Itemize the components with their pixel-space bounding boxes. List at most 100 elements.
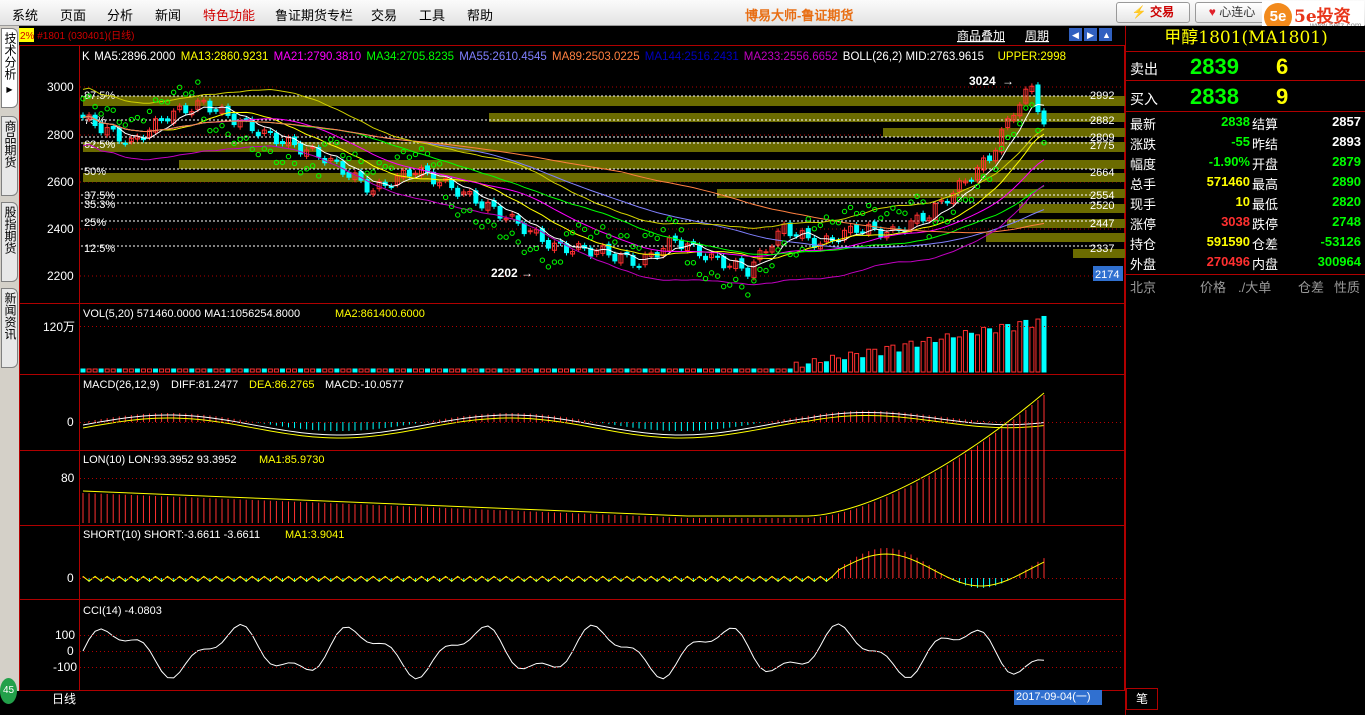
volume-bar bbox=[981, 326, 987, 373]
menu-news[interactable]: 新闻 bbox=[155, 5, 181, 24]
menu-trade[interactable]: 交易 bbox=[371, 5, 397, 24]
volume-bar bbox=[775, 368, 781, 373]
sar-dot bbox=[648, 231, 654, 237]
volume-bar bbox=[364, 368, 370, 373]
sar-dot bbox=[878, 215, 884, 221]
macd-value: MACD:-10.0577 bbox=[325, 379, 404, 391]
volume-bar bbox=[654, 368, 660, 373]
sar-dot bbox=[219, 122, 225, 129]
candle-body bbox=[334, 159, 340, 162]
quote-value: 2748 bbox=[1332, 214, 1361, 229]
volume-bar bbox=[539, 368, 545, 373]
sar-dot bbox=[134, 114, 141, 121]
sar-dot bbox=[479, 224, 485, 230]
menu-system[interactable]: 系统 bbox=[12, 5, 38, 24]
tab-ticks[interactable]: 笔 bbox=[1126, 688, 1158, 710]
ma-legend-item: K bbox=[82, 51, 90, 63]
volume-bar bbox=[823, 361, 829, 373]
lon-header: LON(10) LON:93.3952 93.3952 bbox=[83, 454, 237, 466]
logo: 5e 5e投资 www.5etz.com bbox=[1262, 1, 1364, 31]
quote-value: 3038 bbox=[1221, 214, 1250, 229]
period-label[interactable]: 日线 bbox=[52, 690, 76, 707]
volume-bar bbox=[576, 368, 582, 373]
lightning-icon: ⚡ bbox=[1131, 5, 1147, 19]
menu-help[interactable]: 帮助 bbox=[467, 5, 493, 24]
volume-bar bbox=[207, 368, 213, 373]
candle-body bbox=[406, 169, 412, 177]
volume-bar bbox=[165, 368, 171, 373]
volume-bar bbox=[388, 368, 394, 373]
short-axis-label: 0 bbox=[67, 571, 74, 585]
volume-bar bbox=[1005, 324, 1011, 373]
quote-key: 结算 bbox=[1252, 117, 1279, 132]
volume-bar bbox=[376, 368, 382, 373]
tab-commodity-futures[interactable]: 商品期货 bbox=[1, 116, 18, 196]
kline-chart-area[interactable]: 2% #1801 (030401)(日线) 商品叠加 周期 ◀ ▶ ▲ K MA5… bbox=[19, 26, 1125, 704]
volume-bar bbox=[267, 368, 273, 373]
menu-analysis[interactable]: 分析 bbox=[107, 5, 133, 24]
candle-body bbox=[267, 130, 273, 134]
volume-bar bbox=[829, 354, 835, 373]
candle-body bbox=[122, 142, 128, 145]
sar-dot bbox=[896, 209, 902, 215]
volume-bar bbox=[509, 368, 515, 373]
volume-bar bbox=[817, 362, 823, 373]
candle-body bbox=[358, 171, 364, 181]
quote-key: 总手 bbox=[1130, 177, 1157, 192]
menu-luzheng-column[interactable]: 鲁证期货专栏 bbox=[275, 5, 353, 24]
cci-axis-label: -100 bbox=[53, 660, 77, 674]
quote-key: 现手 bbox=[1130, 197, 1157, 212]
volume-bar bbox=[213, 368, 219, 373]
volume-bar bbox=[696, 368, 702, 373]
volume-bar bbox=[709, 368, 715, 373]
candle-body bbox=[1035, 84, 1041, 113]
volume-bar bbox=[842, 359, 848, 373]
trade-button[interactable]: ⚡ 交易 bbox=[1116, 2, 1190, 23]
volume-bar bbox=[80, 368, 86, 373]
price-tick: 3000 bbox=[47, 80, 74, 94]
macd-dea-line bbox=[82, 414, 1045, 439]
menu-bar: 系统 页面 分析 新闻 特色功能 鲁证期货专栏 交易 工具 帮助 博易大师-鲁证… bbox=[0, 0, 1365, 31]
volume-bar bbox=[418, 368, 424, 373]
indicator-badge[interactable]: 45 bbox=[0, 678, 17, 704]
menu-page[interactable]: 页面 bbox=[60, 5, 86, 24]
sar-dot bbox=[207, 127, 213, 134]
overlay-commodity-button[interactable]: 商品叠加 bbox=[957, 28, 1005, 43]
quote-key: 幅度 bbox=[1130, 157, 1157, 172]
arrow-right-icon: ▶ bbox=[1087, 30, 1094, 40]
candle-body bbox=[231, 113, 237, 126]
heart-button[interactable]: ♥ 心连心 bbox=[1195, 2, 1269, 23]
sar-dot bbox=[545, 264, 552, 270]
sar-dot bbox=[116, 119, 122, 125]
volume-bar bbox=[684, 368, 690, 373]
menu-special[interactable]: 特色功能 bbox=[203, 5, 255, 24]
candle-body bbox=[98, 123, 104, 134]
sar-dot bbox=[690, 260, 697, 266]
quote-row: 涨停 3038 跌停 2748 bbox=[1126, 214, 1365, 234]
volume-bar bbox=[606, 368, 612, 373]
sar-dot bbox=[763, 267, 769, 274]
volume-bar bbox=[340, 368, 346, 373]
volume-bar bbox=[159, 368, 165, 373]
volume-bar bbox=[98, 368, 104, 373]
chart-svg[interactable]: 2% #1801 (030401)(日线) 商品叠加 周期 ◀ ▶ ▲ K MA5… bbox=[19, 26, 1125, 704]
contract-title: 甲醇1801(MA1801) bbox=[1164, 28, 1328, 48]
volume-bar bbox=[425, 368, 431, 373]
volume-bar bbox=[757, 368, 763, 373]
tab-technical-analysis[interactable]: 技术分析 ▶ bbox=[1, 28, 18, 108]
tab-news[interactable]: 新闻资讯 bbox=[1, 288, 18, 368]
volume-bar bbox=[920, 340, 926, 373]
tab-index-futures[interactable]: 股指期货 bbox=[1, 202, 18, 282]
volume-bar bbox=[279, 368, 285, 373]
quote-value: 591590 bbox=[1206, 234, 1250, 249]
volume-bar bbox=[612, 368, 618, 373]
quote-row: 幅度 -1.90% 开盘 2879 bbox=[1126, 154, 1365, 174]
menu-tools[interactable]: 工具 bbox=[419, 5, 445, 24]
tab-label: 股指期货 bbox=[3, 206, 17, 254]
sar-dot bbox=[884, 210, 890, 217]
volume-bar bbox=[412, 368, 418, 373]
lon-ma: MA1:85.9730 bbox=[259, 454, 324, 466]
volume-bar bbox=[358, 368, 364, 373]
tab-ticks-label: 笔 bbox=[1135, 692, 1148, 706]
period-button[interactable]: 周期 bbox=[1025, 29, 1049, 43]
